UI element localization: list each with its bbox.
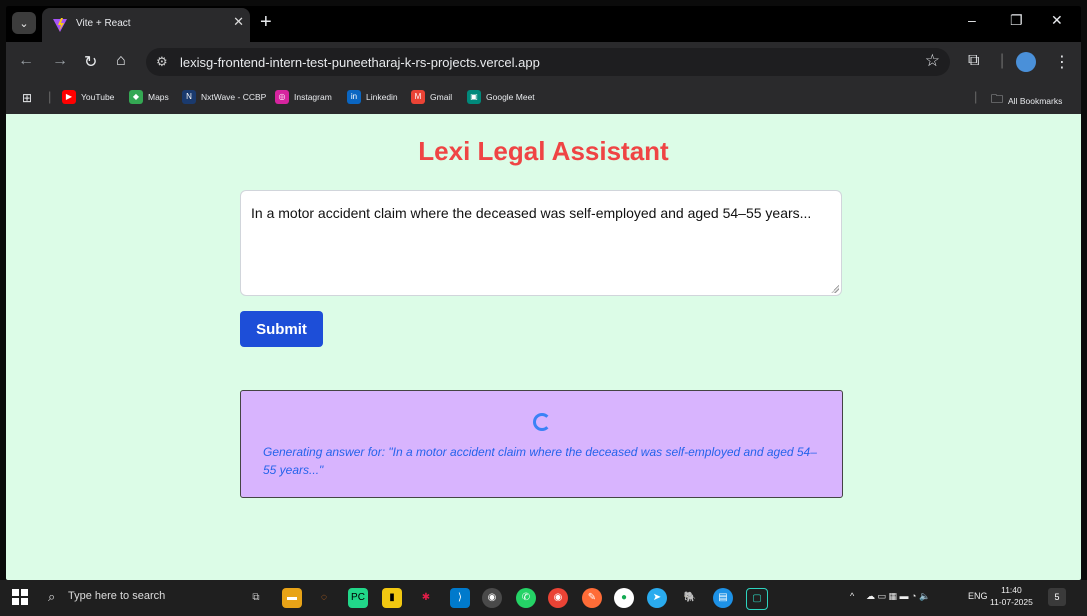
generating-status: Generating answer for: "In a motor accid… bbox=[263, 445, 817, 477]
docker-icon[interactable]: ▤ bbox=[713, 588, 733, 608]
bookmark-instagram[interactable]: ◎ Instagram bbox=[275, 90, 332, 104]
vscode-icon[interactable]: ⟩ bbox=[450, 588, 470, 608]
resize-handle[interactable] bbox=[831, 285, 839, 293]
bookmark-nxtwave[interactable]: N NxtWave - CCBP bbox=[182, 90, 266, 104]
minimize-icon[interactable]: – bbox=[968, 12, 976, 28]
bookmark-label: Google Meet bbox=[486, 92, 535, 102]
profile-avatar[interactable] bbox=[1016, 52, 1036, 72]
task-view-icon[interactable]: ⧉ bbox=[246, 588, 266, 608]
app-icon[interactable]: ✱ bbox=[416, 588, 436, 608]
submit-button[interactable]: Submit bbox=[240, 311, 323, 347]
toolbar-divider: | bbox=[1000, 52, 1005, 69]
chrome-profile-icon[interactable]: ◉ bbox=[548, 588, 568, 608]
maps-icon: ◆ bbox=[129, 90, 143, 104]
file-explorer-icon[interactable]: ▬ bbox=[282, 588, 302, 608]
linkedin-icon: in bbox=[347, 90, 361, 104]
reload-icon[interactable]: ↻ bbox=[84, 52, 97, 72]
url-text[interactable]: lexisg-frontend-intern-test-puneetharaj-… bbox=[180, 55, 540, 70]
youtube-icon: ▶ bbox=[62, 90, 76, 104]
loading-spinner-icon bbox=[533, 413, 551, 431]
bookmarks-bar: ⊞ | ▶ YouTube ◆ Maps N NxtWave - CCBP ◎ … bbox=[6, 82, 1081, 115]
home-icon[interactable]: ⌂ bbox=[116, 52, 126, 70]
vite-icon bbox=[53, 18, 67, 32]
all-bookmarks[interactable]: 🗀 All Bookmarks bbox=[991, 90, 1062, 111]
answer-panel: Generating answer for: "In a motor accid… bbox=[240, 390, 843, 498]
tab-strip: ⌄ Vite + React ✕ + – ❐ ✕ bbox=[6, 6, 1081, 42]
bookmark-divider: | bbox=[974, 89, 978, 104]
browser-toolbar: ← → ↻ ⌂ ⚙ lexisg-frontend-intern-test-pu… bbox=[6, 42, 1081, 82]
bookmark-label: Gmail bbox=[430, 92, 453, 102]
page-content: Lexi Legal Assistant In a motor accident… bbox=[6, 114, 1081, 580]
search-placeholder: Type here to search bbox=[68, 590, 166, 602]
address-bar[interactable]: ⚙ lexisg-frontend-intern-test-puneethara… bbox=[146, 48, 950, 76]
tab-active[interactable]: Vite + React ✕ bbox=[42, 8, 250, 42]
browser-window: ⌄ Vite + React ✕ + – ❐ ✕ ← → ↻ ⌂ ⚙ lexis… bbox=[6, 6, 1081, 580]
bookmark-youtube[interactable]: ▶ YouTube bbox=[62, 90, 114, 104]
bookmark-label: YouTube bbox=[81, 92, 115, 102]
tray-chevron-icon[interactable]: ^ bbox=[850, 591, 854, 601]
window-close-icon[interactable]: ✕ bbox=[1051, 12, 1063, 29]
bookmark-google-meet[interactable]: ▣ Google Meet bbox=[467, 90, 535, 104]
notification-count: 5 bbox=[1054, 592, 1060, 602]
tab-close-icon[interactable]: ✕ bbox=[233, 14, 244, 30]
tab-title: Vite + React bbox=[76, 18, 131, 29]
instagram-icon: ◎ bbox=[275, 90, 289, 104]
bookmark-label: Maps bbox=[148, 92, 169, 102]
power-bi-icon[interactable]: ▮ bbox=[382, 588, 402, 608]
apps-icon[interactable]: ⊞ bbox=[22, 91, 32, 105]
search-icon: ⌕ bbox=[48, 589, 56, 604]
new-tab-button[interactable]: + bbox=[260, 11, 272, 34]
extensions-icon[interactable]: ⧉ bbox=[968, 52, 979, 70]
app-icon[interactable]: ▢ bbox=[746, 588, 768, 610]
windows-start-icon[interactable] bbox=[12, 589, 28, 605]
taskbar: ⌕ Type here to search ⧉ ▬ ◌ PC ▮ ✱ ⟩ ◉ ✆… bbox=[0, 580, 1087, 616]
bookmark-label: Instagram bbox=[294, 92, 332, 102]
menu-icon[interactable]: ⋮ bbox=[1054, 52, 1070, 72]
gmail-icon: M bbox=[411, 90, 425, 104]
pycharm-icon[interactable]: PC bbox=[348, 588, 368, 608]
clock[interactable]: 11:40 11-07-2025 bbox=[990, 584, 1033, 608]
folder-icon: 🗀 bbox=[991, 92, 1004, 106]
nxtwave-icon: N bbox=[182, 90, 196, 104]
mongodb-icon[interactable]: ● bbox=[614, 588, 634, 608]
bookmark-label: NxtWave - CCBP bbox=[201, 92, 267, 102]
restore-icon[interactable]: ❐ bbox=[1010, 12, 1023, 29]
tab-search-button[interactable]: ⌄ bbox=[12, 12, 36, 34]
clock-time: 11:40 bbox=[1001, 585, 1022, 595]
postman-icon[interactable]: ✎ bbox=[582, 588, 602, 608]
postgresql-icon[interactable]: 🐘 bbox=[680, 588, 700, 608]
telegram-icon[interactable]: ➤ bbox=[647, 588, 667, 608]
page-title: Lexi Legal Assistant bbox=[418, 136, 669, 166]
bookmark-maps[interactable]: ◆ Maps bbox=[129, 90, 169, 104]
app-icon[interactable]: ◌ bbox=[314, 588, 334, 608]
bookmark-star-icon[interactable]: ☆ bbox=[925, 51, 940, 71]
tray-icons[interactable]: ☁ ▭ ▦ ▬ ◔ 🔈 bbox=[866, 591, 930, 602]
taskbar-search[interactable]: ⌕ Type here to search bbox=[38, 580, 234, 616]
chrome-icon[interactable]: ◉ bbox=[482, 588, 502, 608]
clock-date: 11-07-2025 bbox=[990, 597, 1033, 607]
language-indicator[interactable]: ENG bbox=[968, 591, 988, 601]
bookmark-label: Linkedin bbox=[366, 92, 398, 102]
bookmark-divider: | bbox=[48, 89, 52, 104]
google-meet-icon: ▣ bbox=[467, 90, 481, 104]
site-info-icon[interactable]: ⚙ bbox=[156, 54, 168, 70]
query-text: In a motor accident claim where the dece… bbox=[251, 205, 812, 221]
bookmark-gmail[interactable]: M Gmail bbox=[411, 90, 452, 104]
whatsapp-icon[interactable]: ✆ bbox=[516, 588, 536, 608]
back-icon[interactable]: ← bbox=[18, 52, 34, 70]
notification-center-icon[interactable]: 5 bbox=[1048, 588, 1066, 606]
all-bookmarks-label: All Bookmarks bbox=[1008, 95, 1063, 106]
bookmark-linkedin[interactable]: in Linkedin bbox=[347, 90, 398, 104]
forward-icon[interactable]: → bbox=[52, 52, 68, 70]
query-textarea[interactable]: In a motor accident claim where the dece… bbox=[240, 190, 842, 296]
